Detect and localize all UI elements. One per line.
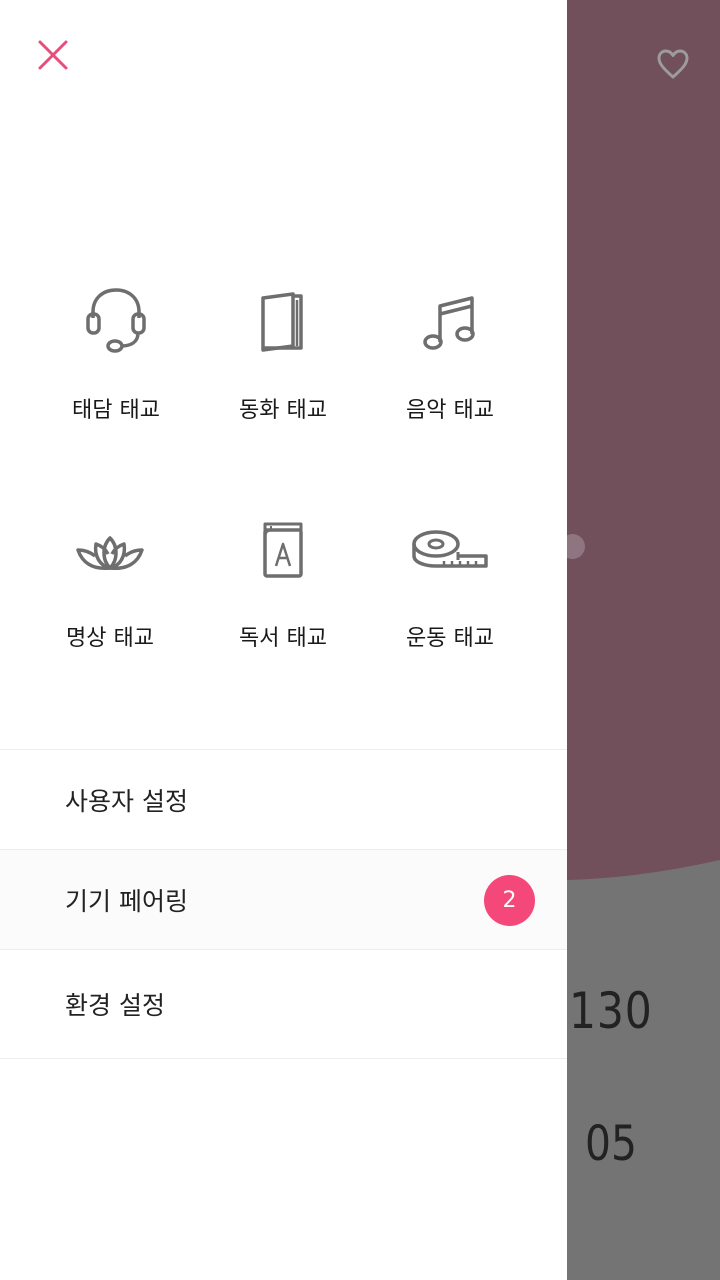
category-label: 독서 태교 (239, 626, 327, 651)
category-reading[interactable]: 독서 태교 (198, 498, 368, 658)
heart-outline-icon[interactable] (656, 48, 690, 80)
menu-item-label: 기기 페어링 (65, 886, 188, 916)
headset-icon (86, 288, 146, 353)
category-taedam[interactable]: 태담 태교 (31, 270, 201, 430)
category-label: 명상 태교 (66, 626, 154, 651)
screen: 130 05 태담 태교 동화 태교 음악 태교 명상 태교 독서 태교 운동 … (0, 0, 720, 1280)
category-label: 음악 태교 (406, 398, 494, 423)
category-label: 태담 태교 (72, 398, 160, 423)
settings-menu: 사용자 설정 기기 페어링 2 환경 설정 (0, 749, 567, 1059)
alphabet-book-icon (263, 522, 303, 578)
menu-item-preferences[interactable]: 환경 설정 (0, 949, 567, 1059)
lotus-icon (76, 536, 144, 571)
menu-item-device-pairing[interactable]: 기기 페어링 2 (0, 849, 567, 949)
navigation-drawer: 태담 태교 동화 태교 음악 태교 명상 태교 독서 태교 운동 태교 사용자 … (0, 0, 567, 1280)
category-exercise[interactable]: 운동 태교 (365, 498, 535, 658)
menu-item-user-settings[interactable]: 사용자 설정 (0, 749, 567, 849)
category-story[interactable]: 동화 태교 (198, 270, 368, 430)
menu-item-label: 환경 설정 (65, 991, 165, 1020)
menu-item-label: 사용자 설정 (65, 786, 188, 816)
tape-measure-icon (412, 530, 488, 568)
music-note-icon (423, 296, 475, 350)
background-value-primary: 130 (569, 982, 653, 1040)
category-music[interactable]: 음악 태교 (365, 270, 535, 430)
background-value-secondary: 05 (585, 1116, 637, 1172)
notification-badge: 2 (484, 875, 535, 926)
category-label: 동화 태교 (239, 398, 327, 423)
close-icon[interactable] (30, 32, 76, 78)
book-icon (261, 292, 303, 352)
category-label: 운동 태교 (406, 626, 494, 651)
category-meditation[interactable]: 명상 태교 (25, 498, 195, 658)
